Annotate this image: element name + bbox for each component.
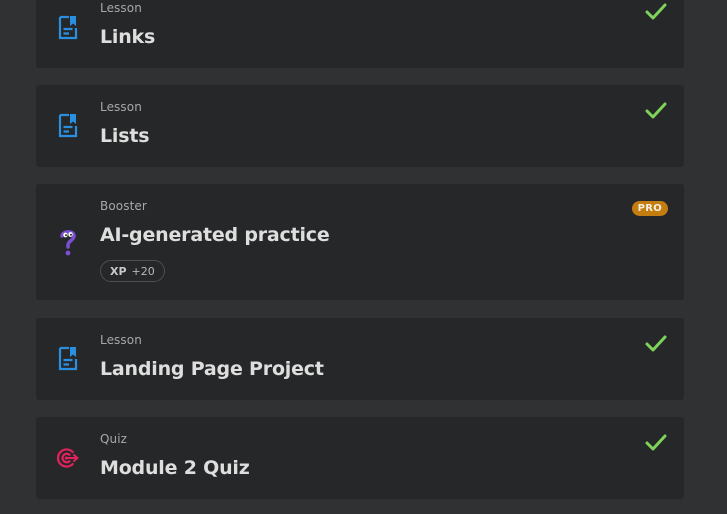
item-type-label: Quiz — [100, 432, 128, 446]
item-title: Links — [100, 26, 156, 48]
item-title: Lists — [100, 125, 150, 147]
completed-check-icon — [645, 102, 667, 119]
booster-question-icon — [56, 228, 80, 258]
lesson-list: Lesson Links Lesson Lists Booster AI-gen… — [0, 0, 727, 514]
item-title: Module 2 Quiz — [100, 457, 250, 479]
lesson-document-icon — [56, 110, 80, 140]
item-type-label: Lesson — [100, 100, 142, 114]
list-item-ai-practice[interactable]: Booster AI-generated practice PRO XP +20 — [36, 184, 684, 300]
item-type-label: Lesson — [100, 333, 142, 347]
list-item-module-2-quiz[interactable]: Quiz Module 2 Quiz — [36, 417, 684, 499]
completed-check-icon — [645, 3, 667, 20]
completed-check-icon — [645, 335, 667, 352]
xp-label: XP — [110, 264, 127, 278]
pro-badge: PRO — [631, 201, 668, 216]
completed-check-icon — [645, 434, 667, 451]
lesson-document-icon — [56, 12, 80, 42]
item-type-label: Lesson — [100, 1, 142, 15]
list-item-lists[interactable]: Lesson Lists — [36, 85, 684, 167]
list-item-links[interactable]: Lesson Links — [36, 0, 684, 68]
lesson-document-icon — [56, 343, 80, 373]
item-title: AI-generated practice — [100, 224, 330, 246]
quiz-target-icon — [56, 443, 80, 473]
xp-reward-pill: XP +20 — [100, 260, 165, 282]
xp-value: +20 — [131, 264, 155, 278]
item-title: Landing Page Project — [100, 358, 324, 380]
item-type-label: Booster — [100, 199, 147, 213]
list-item-landing-page-project[interactable]: Lesson Landing Page Project — [36, 318, 684, 400]
